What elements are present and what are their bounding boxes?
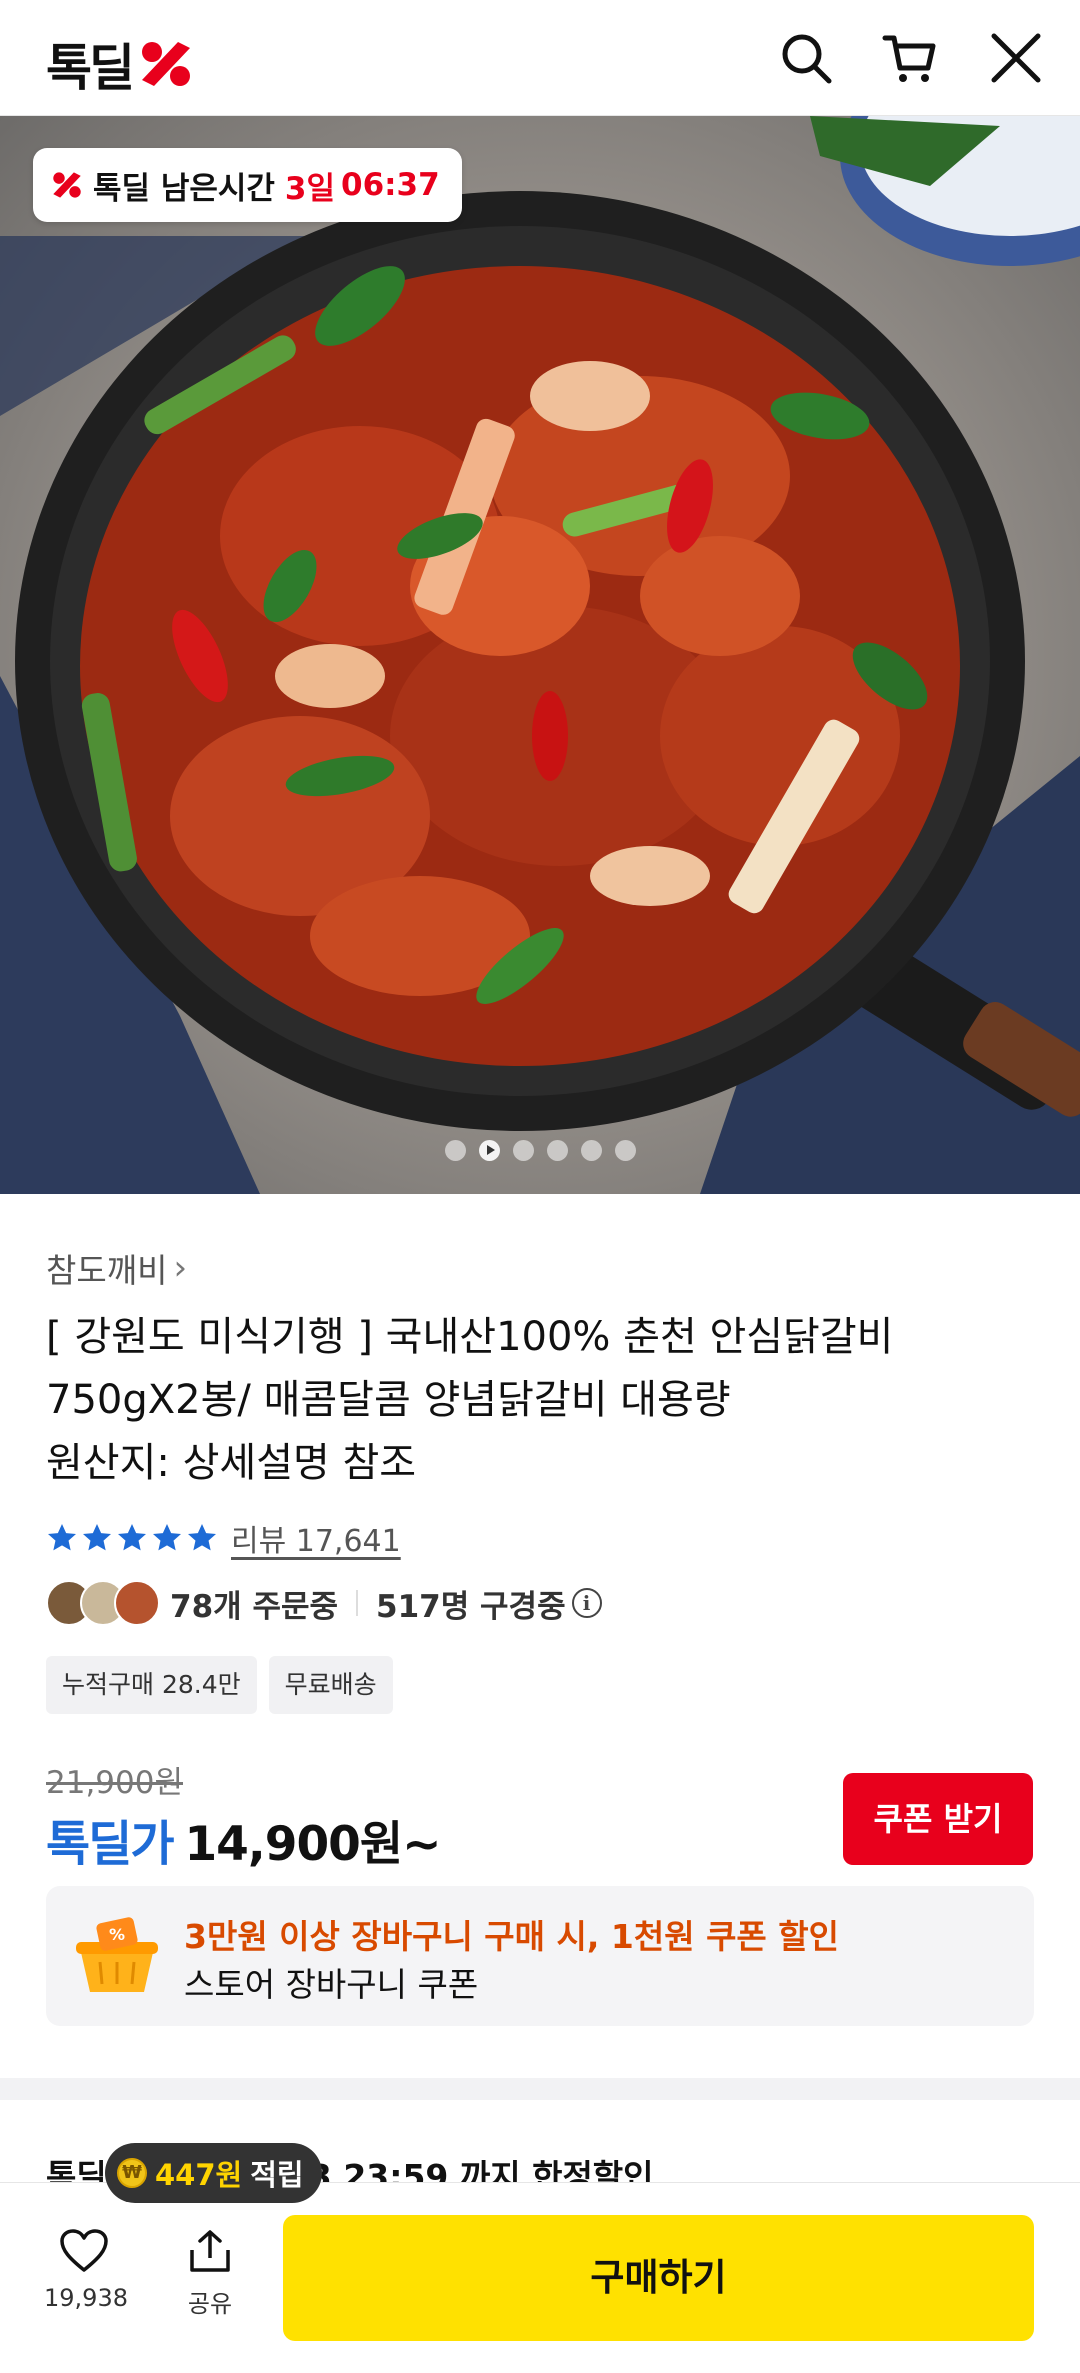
store-link[interactable]: 참도깨비 › — [46, 1244, 187, 1292]
star-icon — [83, 1524, 111, 1551]
star-icon — [188, 1524, 216, 1551]
coupon-banner-subtitle: 스토어 장바구니 쿠폰 — [184, 1965, 479, 2004]
carousel-dot[interactable] — [546, 1140, 568, 1161]
points-reward-tooltip: ₩ 447원 적립 — [105, 2143, 322, 2203]
star-icon — [118, 1524, 146, 1551]
carousel-video-play-icon[interactable] — [478, 1140, 500, 1161]
product-image-carousel[interactable]: 톡딜 남은시간 3일 06:37 — [0, 116, 1080, 1194]
original-price: 21,900원 — [46, 1765, 183, 1801]
like-button[interactable]: 19,938 — [44, 2228, 128, 2312]
divider — [356, 1590, 359, 1616]
carousel-dot[interactable] — [614, 1140, 636, 1161]
carousel-indicator[interactable] — [0, 1140, 1080, 1161]
search-icon[interactable] — [778, 30, 834, 86]
product-origin: 원산지: 상세설명 참조 — [46, 1440, 417, 1486]
cart-coupon-banner[interactable]: % 3만원 이상 장바구니 구매 시, 1천원 쿠폰 할인 스토어 장바구니 쿠… — [46, 1886, 1034, 2026]
percent-icon — [53, 172, 81, 198]
talkdeal-logo[interactable]: 톡딜 — [46, 28, 194, 100]
product-title-line: 750gX2봉/ 매콤달콤 양념닭갈비 대용량 — [46, 1377, 731, 1423]
product-title: [ 강원도 미식기행 ] 국내산100% 춘천 안심닭갈비 750gX2봉/ 매… — [46, 1306, 1036, 1495]
heart-icon — [60, 2229, 108, 2272]
viewers-count: 517명 구경중 — [376, 1588, 566, 1625]
buyer-thumbnail — [114, 1580, 160, 1626]
rating-row: 리뷰 17,641 — [46, 1516, 401, 1560]
chevron-right-icon: › — [173, 1248, 188, 1288]
like-count: 19,938 — [44, 2284, 128, 2312]
orders-count: 78개 주문중 — [170, 1588, 339, 1625]
coupon-banner-headline: 3만원 이상 장바구니 구매 시, 1천원 쿠폰 할인 — [184, 1917, 840, 1956]
share-button[interactable]: 공유 — [170, 2228, 250, 2319]
points-value: 447원 — [155, 2158, 243, 2192]
coin-icon: ₩ — [117, 2158, 147, 2188]
order-activity-row: 78개 주문중 517명 구경중 i — [46, 1580, 602, 1626]
share-label: 공유 — [187, 2290, 233, 2318]
timer-time: 06:37 — [341, 167, 440, 203]
carousel-dot[interactable] — [580, 1140, 602, 1161]
section-divider — [0, 2078, 1080, 2100]
info-icon[interactable]: i — [571, 1588, 602, 1618]
buyer-thumbnails — [46, 1580, 160, 1626]
buy-now-button[interactable]: 구매하기 — [283, 2215, 1034, 2341]
carousel-dot[interactable] — [444, 1140, 466, 1161]
basket-coupon-icon: % — [76, 1917, 158, 1992]
dakgalbi-photo — [0, 116, 1080, 1194]
carousel-dot[interactable] — [512, 1140, 534, 1161]
sale-price: 14,900원~ — [184, 1817, 441, 1872]
product-tags: 누적구매 28.4만 무료배송 — [46, 1656, 393, 1714]
tag-free-shipping: 무료배송 — [268, 1656, 393, 1714]
logo-text: 톡딜 — [46, 39, 135, 97]
close-icon[interactable] — [988, 30, 1044, 86]
percent-logo-icon — [142, 42, 190, 86]
timer-days: 3일 — [284, 170, 336, 207]
star-icon — [153, 1524, 181, 1551]
review-count-link[interactable]: 리뷰 17,641 — [231, 1516, 401, 1560]
sale-label: 톡딜가 — [46, 1816, 174, 1872]
store-name: 참도깨비 — [46, 1251, 168, 1290]
deal-timer-badge: 톡딜 남은시간 3일 06:37 — [33, 148, 462, 222]
timer-label: 톡딜 남은시간 — [93, 170, 275, 207]
cart-icon[interactable] — [882, 30, 938, 86]
sale-price-row: 톡딜가 14,900원~ — [46, 1804, 441, 1874]
product-title-line: [ 강원도 미식기행 ] 국내산100% 춘천 안심닭갈비 — [46, 1314, 894, 1360]
tag-cumulative-purchases: 누적구매 28.4만 — [46, 1656, 257, 1714]
svg-text:%: % — [109, 1925, 125, 1944]
star-icon — [48, 1524, 76, 1551]
points-label: 적립 — [250, 2158, 304, 2192]
share-icon — [190, 2230, 230, 2272]
top-header: 톡딜 — [0, 0, 1080, 116]
get-coupon-button[interactable]: 쿠폰 받기 — [843, 1773, 1033, 1865]
